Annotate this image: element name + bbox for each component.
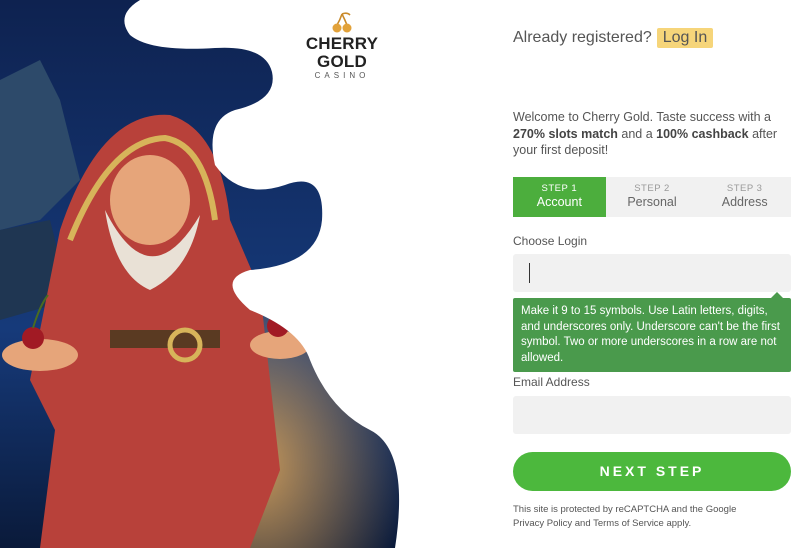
step-name: Personal (627, 195, 677, 209)
step-number: STEP 3 (726, 183, 763, 194)
recaptcha-text: This site is protected by reCAPTCHA and … (513, 504, 737, 515)
privacy-policy-link[interactable]: Privacy Policy (513, 518, 572, 529)
logo-brand-text: CHERRY GOLD (305, 34, 379, 71)
recaptcha-and: and (572, 517, 594, 529)
logo-subtitle: CASINO (314, 71, 370, 80)
step-number: STEP 2 (634, 183, 670, 194)
email-input[interactable] (513, 396, 791, 434)
next-step-button[interactable]: NEXT STEP (513, 452, 791, 491)
welcome-text: Welcome to Cherry Gold. Taste success wi… (513, 109, 791, 159)
step-address[interactable]: STEP 3 Address (698, 177, 791, 217)
cherry-gold-logo[interactable]: CHERRY GOLD CASINO (282, 12, 402, 80)
login-link[interactable]: Log In (656, 28, 714, 48)
welcome-part2: and a (617, 126, 657, 141)
email-address-label: Email Address (513, 375, 590, 389)
login-input[interactable] (513, 254, 791, 292)
recaptcha-apply: apply. (663, 517, 692, 529)
already-registered-text: Already registered? (513, 29, 652, 46)
login-hint-tooltip: Make it 9 to 15 symbols. Use Latin lette… (513, 292, 791, 372)
wizard-artwork (0, 0, 430, 548)
hero-illustration (0, 0, 430, 548)
text-cursor (529, 263, 530, 283)
recaptcha-notice: This site is protected by reCAPTCHA and … (513, 503, 793, 530)
terms-of-service-link[interactable]: Terms of Service (593, 518, 664, 529)
step-name: Account (536, 195, 582, 209)
cherries-icon (332, 12, 352, 33)
step-name: Address (721, 195, 768, 209)
step-account[interactable]: STEP 1 Account (513, 177, 606, 217)
welcome-cashback: 100% cashback (656, 126, 749, 141)
registration-steps: STEP 1 Account STEP 2 Personal STEP 3 Ad… (513, 177, 791, 217)
welcome-part1: Welcome to Cherry Gold. Taste success wi… (513, 110, 771, 124)
welcome-slots-match: 270% slots match (513, 126, 618, 141)
already-registered-row: Already registered? Log In (513, 28, 714, 48)
choose-login-label: Choose Login (513, 234, 588, 248)
step-personal[interactable]: STEP 2 Personal (606, 177, 699, 217)
step-number: STEP 1 (541, 183, 578, 194)
